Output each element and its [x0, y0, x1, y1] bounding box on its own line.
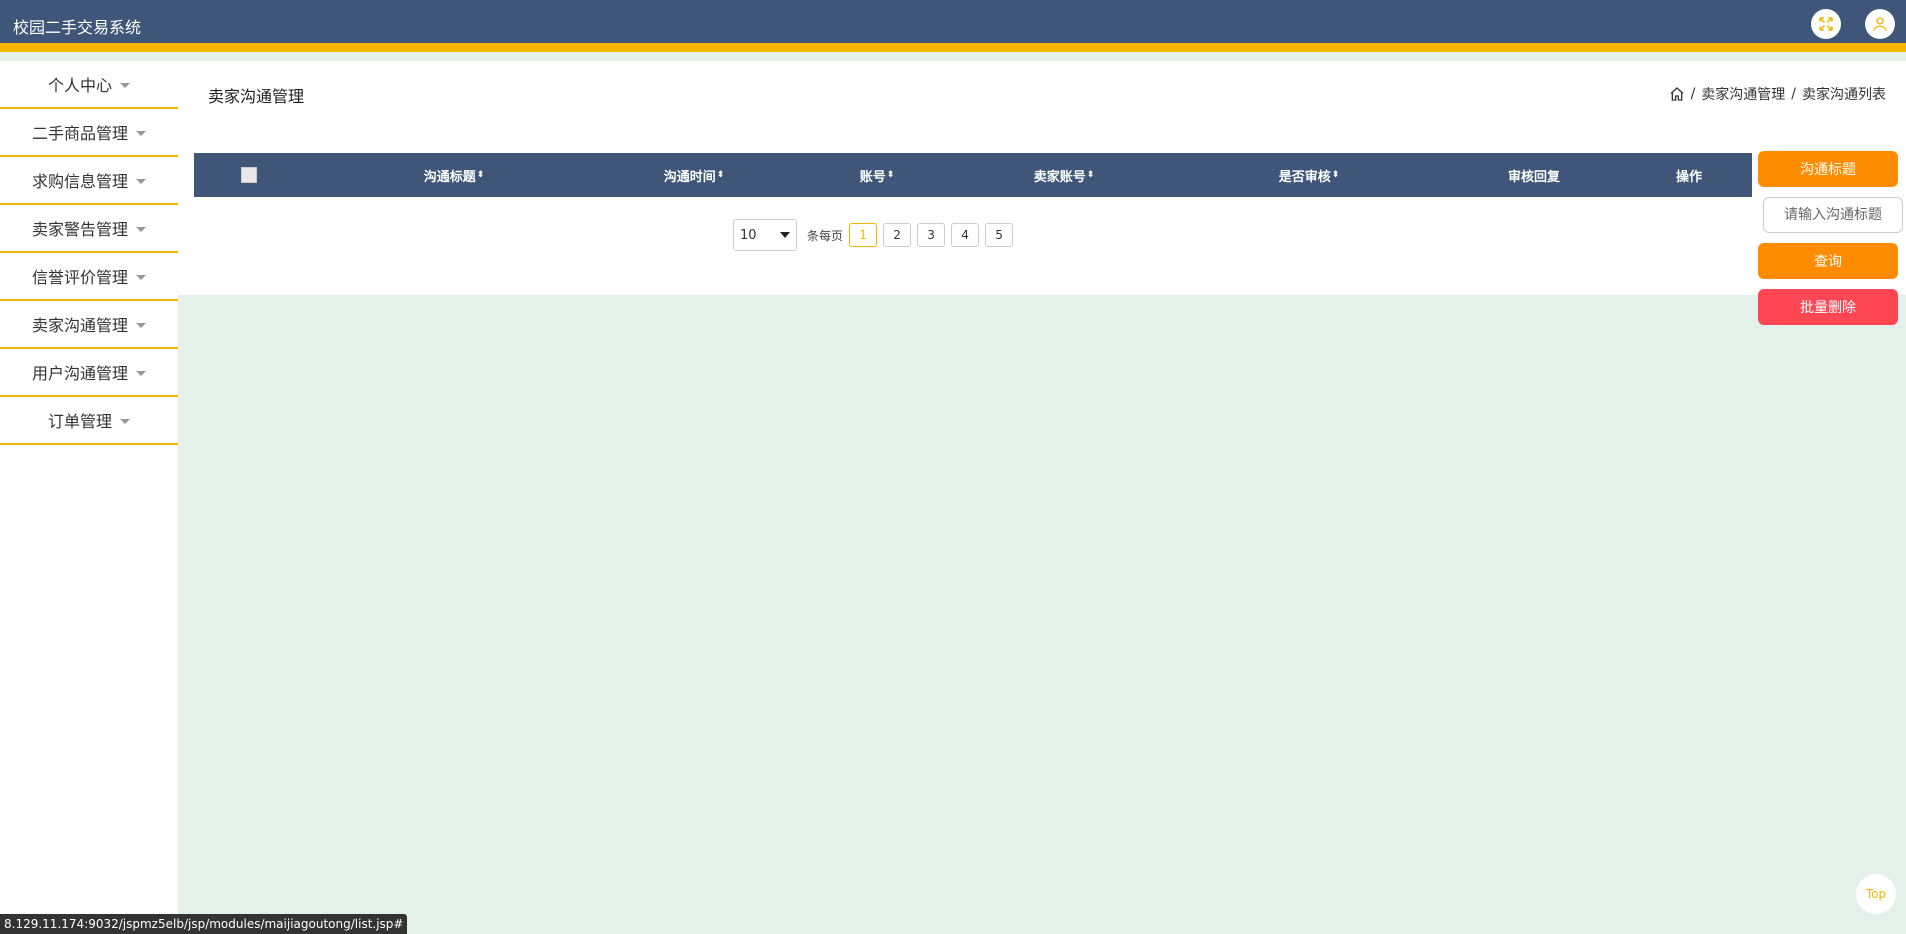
sidebar-item-seller-communication[interactable]: 卖家沟通管理 [0, 301, 178, 349]
column-header-review-status[interactable]: 是否审核 ⬍ [1244, 153, 1374, 197]
column-header-label: 账号 [859, 169, 886, 185]
breadcrumb-level2: 卖家沟通列表 [1802, 87, 1886, 103]
select-all-checkbox[interactable] [241, 167, 257, 183]
status-bar-url: 8.129.11.174:9032/jspmz5elb/jsp/modules/… [0, 914, 408, 934]
select-all-checkbox-cell[interactable] [239, 153, 259, 197]
column-header-title[interactable]: 沟通标题 ⬍ [384, 153, 524, 197]
breadcrumb-level1[interactable]: 卖家沟通管理 [1701, 84, 1785, 104]
column-header-label: 沟通标题 [423, 169, 476, 185]
sidebar-item-label: 二手商品管理 [31, 124, 128, 143]
caret-down-icon [136, 274, 146, 280]
table-header-row: 沟通标题 ⬍ 沟通时间 ⬍ 账号 ⬍ 卖家账号 ⬍ 是否审核 ⬍ 审核回复 操作 [194, 153, 1752, 197]
top-header-bar: 校园二手交易系统 [0, 0, 1906, 52]
sidebar-item-label: 用户沟通管理 [31, 364, 128, 383]
column-header-label: 卖家账号 [1033, 169, 1086, 185]
sidebar-item-credit-reviews[interactable]: 信誉评价管理 [0, 253, 178, 301]
page-size-value: 10 [740, 227, 757, 243]
batch-delete-button[interactable]: 批量删除 [1758, 289, 1898, 325]
column-header-review-reply: 审核回复 [1474, 153, 1594, 197]
sort-icon: ⬍ [716, 170, 725, 180]
caret-down-icon [136, 370, 146, 376]
column-header-label: 沟通时间 [663, 169, 716, 185]
page-button-2[interactable]: 2 [883, 223, 912, 247]
page-button-3[interactable]: 3 [917, 223, 946, 247]
header-accent-stripe [0, 43, 1906, 52]
breadcrumb-separator: / [1690, 86, 1696, 102]
sidebar-item-label: 卖家沟通管理 [31, 316, 128, 335]
sort-icon: ⬍ [1331, 170, 1340, 180]
column-header-actions: 操作 [1654, 153, 1724, 197]
caret-down-icon [136, 322, 146, 328]
sort-icon: ⬍ [1086, 170, 1095, 180]
back-to-top-button[interactable]: Top [1856, 874, 1896, 914]
user-icon [1873, 17, 1887, 31]
expand-arrows-icon [1819, 17, 1833, 31]
sidebar-item-purchase-requests[interactable]: 求购信息管理 [0, 157, 178, 205]
query-button[interactable]: 查询 [1758, 243, 1898, 279]
column-header-time[interactable]: 沟通时间 ⬍ [629, 153, 759, 197]
sidebar-item-label: 订单管理 [47, 412, 112, 431]
page-button-5[interactable]: 5 [985, 223, 1014, 247]
page-button-1[interactable]: 1 [849, 223, 878, 247]
app-title: 校园二手交易系统 [13, 18, 142, 37]
sidebar-item-personal-center[interactable]: 个人中心 [0, 61, 178, 109]
sidebar-item-user-communication[interactable]: 用户沟通管理 [0, 349, 178, 397]
fullscreen-button[interactable] [1811, 9, 1841, 39]
page-size-select[interactable]: 10 [733, 219, 797, 251]
column-header-account[interactable]: 账号 ⬍ [842, 153, 912, 197]
search-field-label-button[interactable]: 沟通标题 [1758, 151, 1898, 187]
sidebar-item-label: 卖家警告管理 [31, 220, 128, 239]
page-title: 卖家沟通管理 [208, 87, 305, 106]
sort-icon: ⬍ [476, 170, 485, 180]
sidebar-item-seller-warnings[interactable]: 卖家警告管理 [0, 205, 178, 253]
main-content-panel: 卖家沟通管理 / 卖家沟通管理 / 卖家沟通列表 沟通标题 ⬍ 沟通时间 ⬍ 账号 ⬍… [178, 61, 1906, 295]
sort-icon: ⬍ [886, 170, 895, 180]
chevron-down-icon [780, 232, 790, 238]
per-page-label: 条每页 [807, 228, 844, 243]
caret-down-icon [136, 130, 146, 136]
caret-down-icon [120, 82, 130, 88]
column-header-label: 审核回复 [1507, 169, 1560, 185]
caret-down-icon [136, 226, 146, 232]
column-header-label: 操作 [1675, 169, 1702, 185]
sidebar-item-label: 信誉评价管理 [31, 268, 128, 287]
sidebar-item-orders[interactable]: 订单管理 [0, 397, 178, 445]
pagination: 10 条每页 1 2 3 4 5 [733, 219, 1019, 251]
sidebar-item-goods[interactable]: 二手商品管理 [0, 109, 178, 157]
breadcrumb: / 卖家沟通管理 / 卖家沟通列表 [1669, 84, 1886, 104]
user-menu-button[interactable] [1865, 9, 1895, 39]
sidebar: 个人中心 二手商品管理 求购信息管理 卖家警告管理 信誉评价管理 卖家沟通管理 … [0, 61, 178, 934]
column-header-seller-account[interactable]: 卖家账号 ⬍ [1004, 153, 1124, 197]
caret-down-icon [120, 418, 130, 424]
sidebar-item-label: 个人中心 [47, 76, 112, 95]
breadcrumb-separator: / [1791, 86, 1796, 102]
home-icon[interactable] [1669, 86, 1685, 102]
column-header-label: 是否审核 [1278, 169, 1331, 185]
sidebar-item-label: 求购信息管理 [31, 172, 128, 191]
page-button-4[interactable]: 4 [951, 223, 980, 247]
search-input[interactable] [1763, 197, 1903, 233]
caret-down-icon [136, 178, 146, 184]
